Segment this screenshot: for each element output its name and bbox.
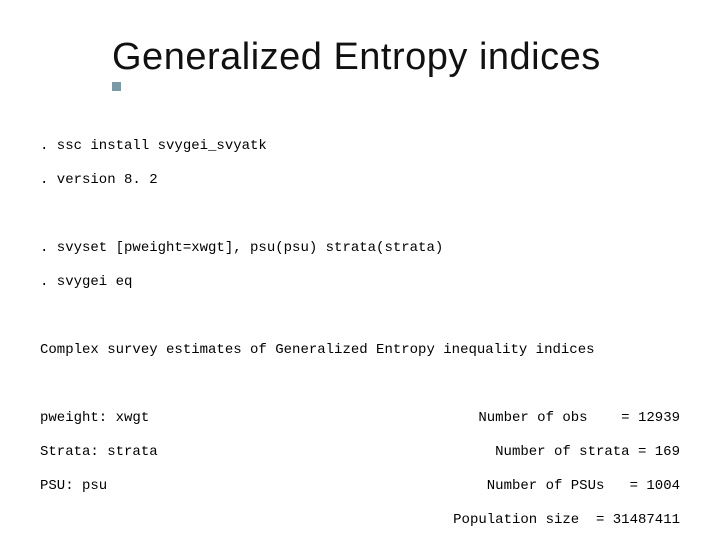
survey-info-right: Number of obs = 12939 xyxy=(478,410,700,427)
cmd-line: . version 8. 2 xyxy=(40,172,700,189)
output-headline: Complex survey estimates of Generalized … xyxy=(40,342,700,359)
survey-info-left: Strata: strata xyxy=(40,444,158,461)
cmd-line: . ssc install svygei_svyatk xyxy=(40,138,700,155)
cmd-line: . svygei eq xyxy=(40,274,700,291)
survey-info-right: Number of PSUs = 1004 xyxy=(487,478,700,495)
survey-info-right: Population size = 31487411 xyxy=(453,512,700,529)
title-decoration-icon xyxy=(112,82,121,91)
survey-info-left: PSU: psu xyxy=(40,478,107,495)
code-output: . ssc install svygei_svyatk . version 8.… xyxy=(0,97,720,540)
slide-title: Generalized Entropy indices xyxy=(112,36,680,79)
survey-info-left: pweight: xwgt xyxy=(40,410,149,427)
cmd-line: . svyset [pweight=xwgt], psu(psu) strata… xyxy=(40,240,700,257)
survey-info-right: Number of strata = 169 xyxy=(495,444,700,461)
